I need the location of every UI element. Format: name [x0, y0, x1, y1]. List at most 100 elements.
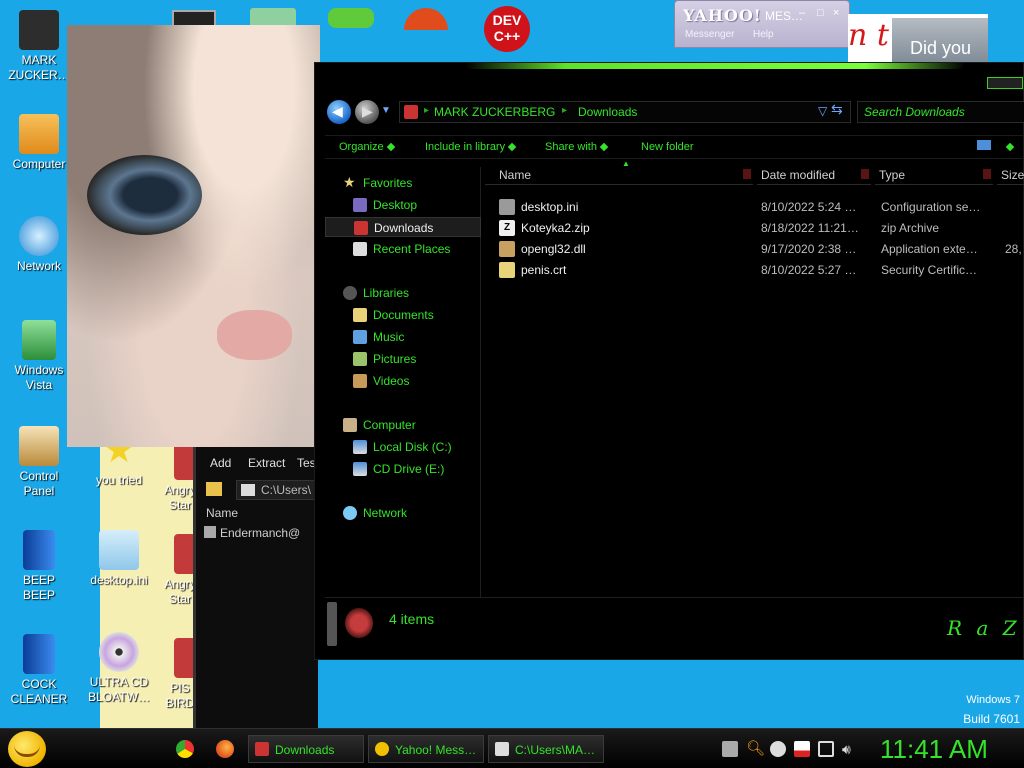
certificate-icon [499, 262, 515, 278]
zip-menu-add[interactable]: Add [210, 456, 231, 470]
zip-path-field[interactable]: C:\Users\ [236, 480, 326, 500]
help-icon[interactable] [1003, 141, 1015, 153]
nav-downloads[interactable]: Downloads [325, 217, 481, 237]
pictures-icon [353, 352, 367, 366]
yahoo-menu-help[interactable]: Help [753, 29, 774, 40]
column-size[interactable]: Size [997, 165, 1024, 185]
share-with-button[interactable]: Share with [545, 141, 609, 153]
window-controls[interactable] [987, 77, 1023, 89]
maximize-icon[interactable]: □ [817, 7, 824, 19]
nav-network[interactable]: Network [325, 503, 481, 523]
taskbar-item-downloads[interactable]: Downloads [248, 735, 364, 763]
nav-computer[interactable]: Computer [325, 415, 481, 435]
file-row[interactable]: opengl32.dll 9/17/2020 2:38 … Applicatio… [497, 239, 1024, 259]
nav-desktop[interactable]: Desktop [325, 195, 481, 215]
firefox-icon[interactable] [216, 740, 234, 758]
refresh-icon[interactable]: ⇆ [831, 101, 843, 118]
zip-column-name[interactable]: Name [206, 506, 238, 520]
chrome-icon[interactable] [176, 740, 194, 758]
nav-videos[interactable]: Videos [325, 371, 481, 391]
back-button[interactable]: ◀ [327, 100, 351, 124]
close-icon[interactable]: × [833, 7, 839, 19]
search-box[interactable] [857, 101, 1024, 123]
desktop-icon-ultra-cd[interactable]: ULTRA CD BLOATW… [80, 632, 158, 705]
zip-menu-extract[interactable]: Extract [248, 456, 285, 470]
nav-computer-label: Computer [363, 418, 416, 432]
nav-documents[interactable]: Documents [325, 305, 481, 325]
clock[interactable]: 11:41 AM [880, 734, 988, 765]
tray-image-icon[interactable] [722, 741, 738, 757]
breadcrumb-mark-zuckerberg[interactable]: MARK ZUCKERBERG [434, 105, 555, 119]
desktop-icon-cock-cleaner[interactable]: COCK CLEANER [0, 634, 78, 707]
task-label: C:\Users\MA… [515, 743, 596, 757]
column-dropdown-icon[interactable] [743, 169, 751, 179]
tray-search-icon[interactable]: 🔍︎ [746, 741, 765, 757]
zip-up-folder-icon[interactable] [206, 482, 222, 496]
banner-text: n t [848, 18, 889, 53]
column-dropdown-icon[interactable] [983, 169, 991, 179]
dll-file-icon [499, 241, 515, 257]
nav-network-label: Network [363, 506, 408, 520]
file-row[interactable]: Z Koteyka2.zip 8/18/2022 11:21… zip Arch… [497, 218, 1024, 238]
nav-favorites[interactable]: ★ Favorites [325, 173, 481, 193]
desktop-top-icon[interactable] [404, 8, 448, 30]
forward-button[interactable]: ▶ [355, 100, 379, 124]
yahoo-menu-messenger[interactable]: Messenger [685, 29, 734, 40]
file-row[interactable]: penis.crt 8/10/2022 5:27 … Security Cert… [497, 260, 1024, 280]
file-row[interactable]: desktop.ini 8/10/2022 5:24 … Configurati… [497, 197, 1024, 217]
nav-cd-drive[interactable]: CD Drive (E:) [325, 459, 481, 479]
breadcrumb-downloads[interactable]: Downloads [578, 105, 637, 119]
nav-local-disk[interactable]: Local Disk (C:) [325, 437, 481, 457]
details-pane-handle[interactable] [327, 602, 337, 646]
nav-music-label: Music [373, 330, 405, 344]
recent-pages-dropdown[interactable]: ▼ [381, 105, 391, 116]
computer-icon [343, 418, 357, 432]
action-center-icon[interactable] [794, 741, 810, 757]
organize-button[interactable]: Organize [339, 141, 395, 153]
desktop-icon-label: you tried [95, 473, 143, 487]
column-size-label: Size [1001, 168, 1024, 182]
nav-music[interactable]: Music [325, 327, 481, 347]
nav-recent-places[interactable]: Recent Places [325, 239, 481, 259]
yahoo-messenger-window[interactable]: YAHOO! MES… – □ × Messenger Help [674, 0, 850, 48]
file-type: Security Certific… [881, 263, 978, 277]
minimize-icon[interactable]: – [799, 7, 805, 19]
taskbar-item-7zip[interactable]: C:\Users\MA… [488, 735, 604, 763]
network-tray-icon[interactable] [818, 741, 834, 757]
file-date: 8/10/2022 5:24 … [761, 200, 857, 214]
column-dropdown-icon[interactable] [861, 169, 869, 179]
search-input[interactable] [864, 104, 1014, 120]
new-folder-button[interactable]: New folder [641, 141, 694, 153]
navigation-pane: ★ Favorites Desktop Downloads Recent Pla… [325, 167, 481, 597]
address-bar[interactable]: ▸ MARK ZUCKERBERG ▸ Downloads ▽ [399, 101, 851, 123]
nav-pictures[interactable]: Pictures [325, 349, 481, 369]
explorer-window[interactable]: ◀ ▶ ▼ ▸ MARK ZUCKERBERG ▸ Downloads ▽ ⇆ … [314, 62, 1024, 660]
dropdown-icon [1005, 142, 1015, 152]
column-name[interactable]: Name [485, 165, 753, 185]
start-button[interactable] [8, 731, 46, 767]
nav-libraries-label: Libraries [363, 286, 410, 300]
tray-messenger-icon[interactable] [770, 741, 786, 757]
title-glow [465, 63, 965, 69]
zip-row[interactable]: Endermanch@ [204, 526, 300, 540]
volume-icon[interactable]: 🔊︎ [842, 741, 858, 757]
navigation-bar: ◀ ▶ ▼ ▸ MARK ZUCKERBERG ▸ Downloads ▽ ⇆ [323, 97, 1024, 127]
chevron-right-icon[interactable]: ▸ [562, 105, 567, 116]
column-type[interactable]: Type [875, 165, 993, 185]
dev-cpp-icon[interactable]: DEV C++ [484, 6, 530, 52]
cat-photo-window[interactable] [67, 25, 320, 447]
chevron-down-icon[interactable]: ▽ [818, 104, 827, 118]
yahoo-banner[interactable]: n t Did you [848, 14, 988, 64]
nav-libraries[interactable]: Libraries [325, 283, 481, 303]
desktop-top-icon[interactable] [328, 8, 374, 28]
desktop-icon-desktop-ini[interactable]: desktop.ini [80, 530, 158, 588]
chevron-right-icon[interactable]: ▸ [424, 105, 429, 116]
zip-window[interactable]: Add Extract Tes C:\Users\ Name Endermanc… [193, 440, 326, 728]
nav-local-disk-label: Local Disk (C:) [373, 440, 452, 454]
include-in-library-button[interactable]: Include in library [425, 141, 517, 153]
taskbar-item-yahoo[interactable]: Yahoo! Mess… [368, 735, 484, 763]
column-date-modified[interactable]: Date modified [757, 165, 871, 185]
zip-menu-test[interactable]: Tes [297, 456, 316, 470]
view-icon[interactable] [977, 140, 991, 150]
desktop-icon-beep-beep[interactable]: BEEP BEEP [0, 530, 78, 603]
